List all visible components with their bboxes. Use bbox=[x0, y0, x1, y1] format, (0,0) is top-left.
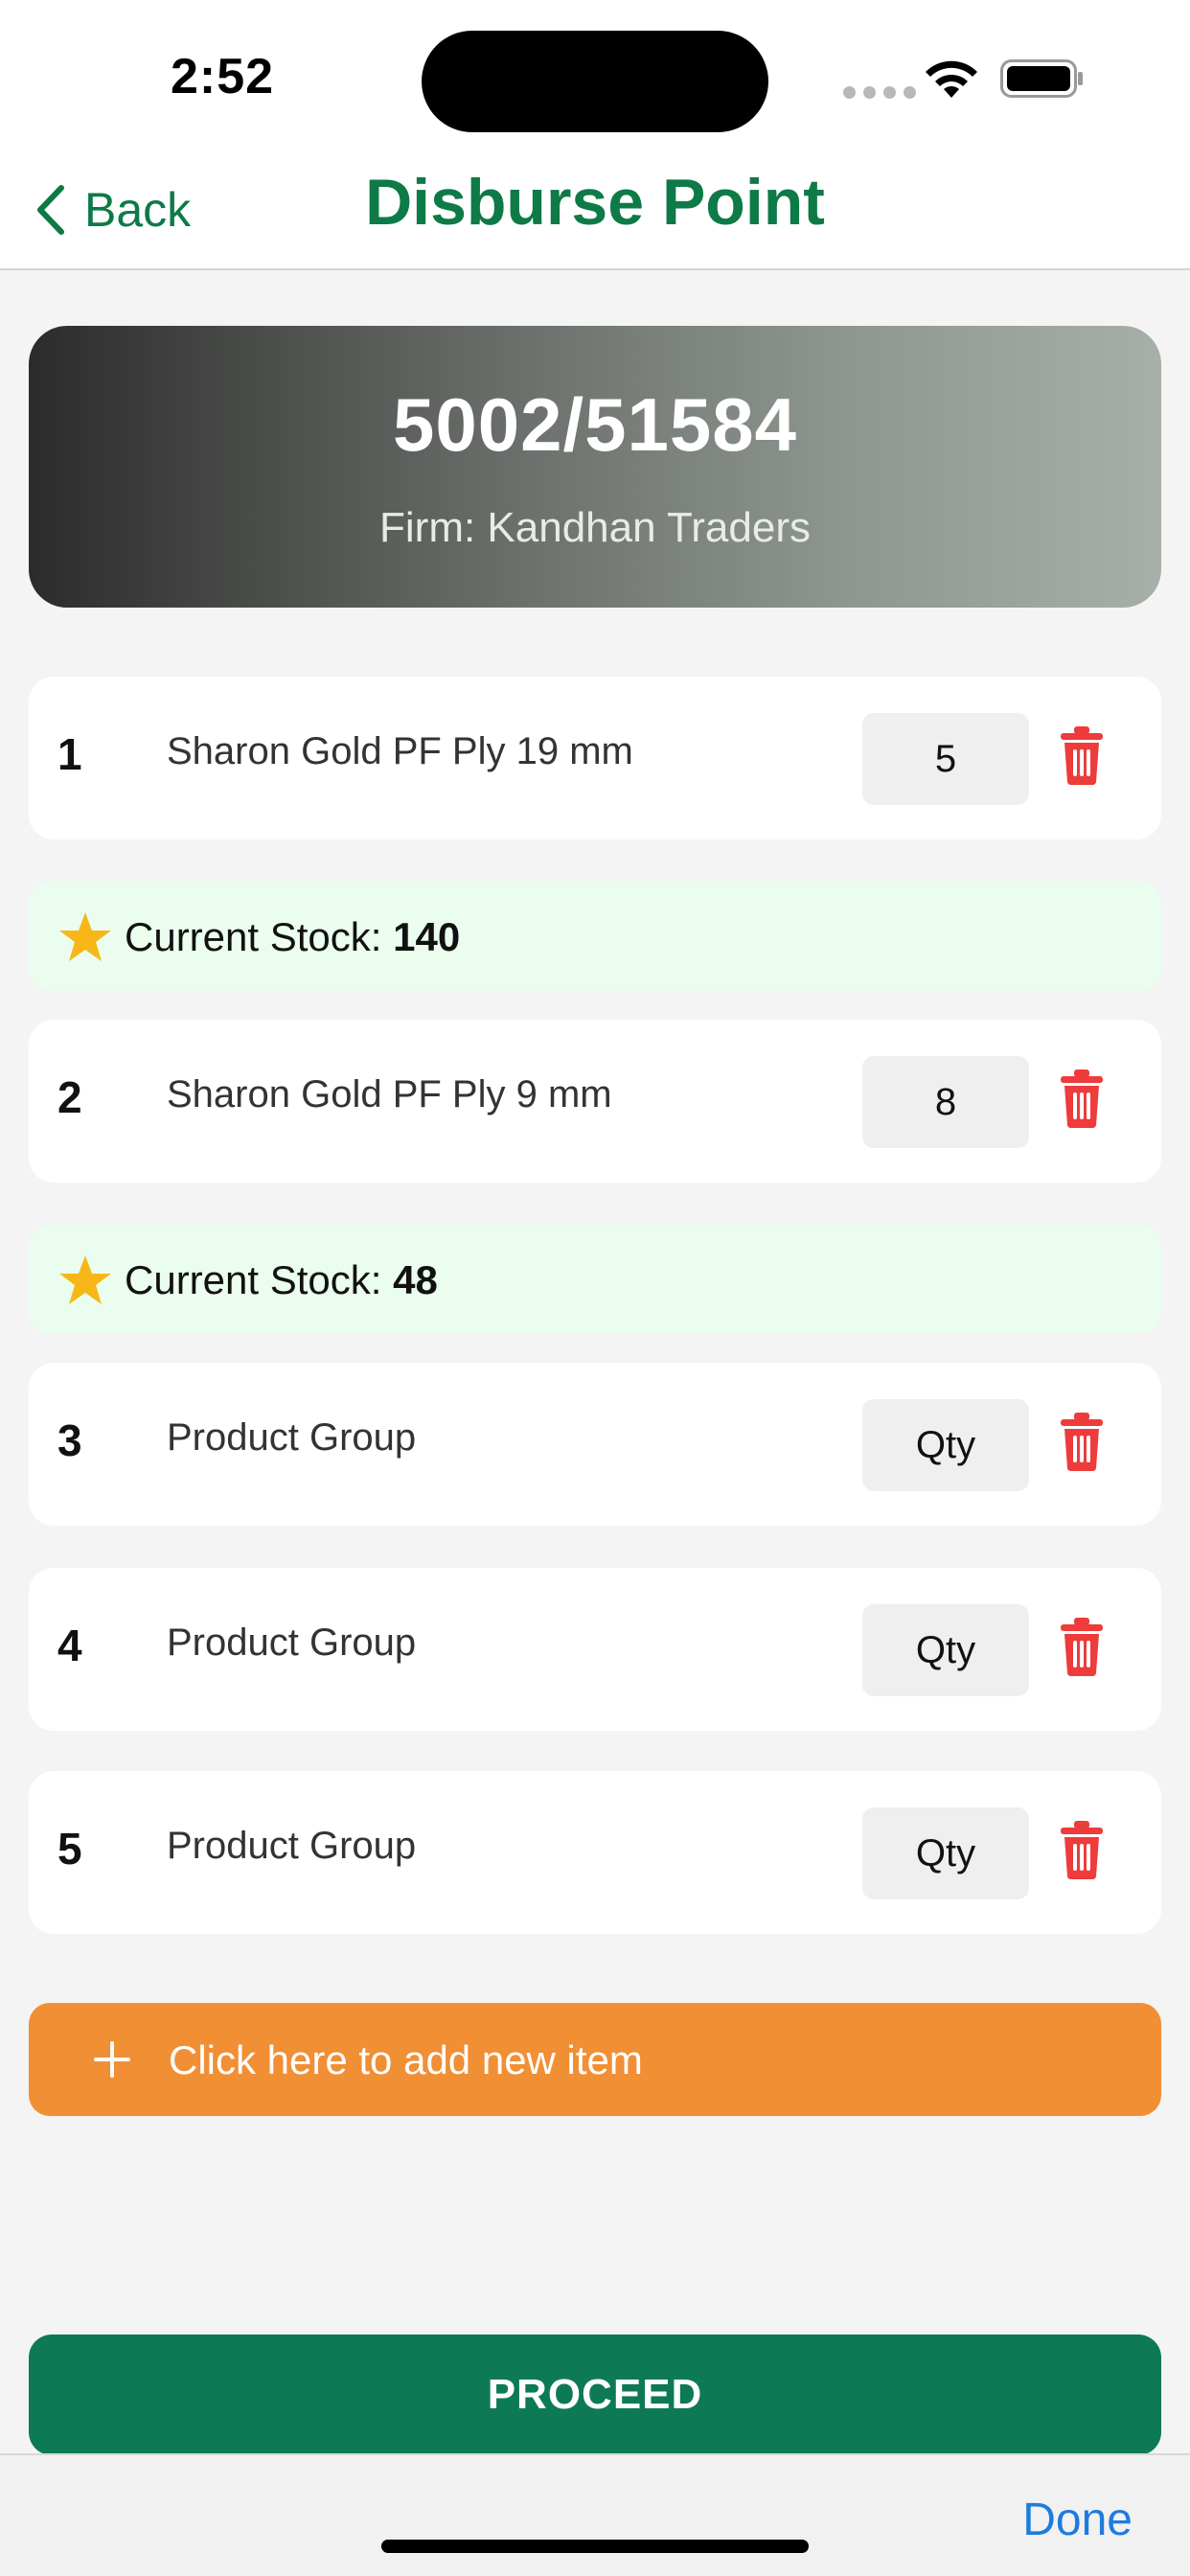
stock-value: 140 bbox=[393, 914, 461, 959]
done-button[interactable]: Done bbox=[1022, 2494, 1133, 2546]
item-row: 3 Product Group Qty bbox=[29, 1363, 1161, 1526]
product-selector[interactable]: Product Group bbox=[167, 1416, 416, 1460]
quantity-input[interactable]: Qty bbox=[862, 1604, 1029, 1696]
page-title: Disburse Point bbox=[365, 166, 825, 239]
trash-icon[interactable] bbox=[1058, 1616, 1106, 1677]
product-selector[interactable]: Product Group bbox=[167, 1825, 416, 1868]
quantity-input[interactable]: Qty bbox=[862, 1807, 1029, 1899]
star-icon bbox=[59, 1255, 111, 1304]
cellular-signal-icon bbox=[843, 86, 916, 99]
quantity-input[interactable]: 5 bbox=[862, 713, 1029, 805]
trash-icon[interactable] bbox=[1058, 1068, 1106, 1129]
stock-info: Current Stock: 48 bbox=[29, 1225, 1161, 1334]
item-row: 4 Product Group Qty bbox=[29, 1568, 1161, 1731]
item-index: 2 bbox=[57, 1072, 82, 1122]
item-row: 5 Product Group Qty bbox=[29, 1771, 1161, 1934]
stock-text: Current Stock: 140 bbox=[125, 914, 460, 960]
product-selector[interactable]: Sharon Gold PF Ply 9 mm bbox=[167, 1073, 612, 1116]
item-row: 2 Sharon Gold PF Ply 9 mm 8 bbox=[29, 1020, 1161, 1183]
trash-icon[interactable] bbox=[1058, 1819, 1106, 1880]
star-icon bbox=[59, 912, 111, 961]
status-time: 2:52 bbox=[171, 49, 275, 104]
plus-icon bbox=[94, 2041, 130, 2078]
stock-text: Current Stock: 48 bbox=[125, 1257, 438, 1303]
item-index: 1 bbox=[57, 729, 82, 779]
item-index: 4 bbox=[57, 1621, 82, 1670]
stock-label: Current Stock: bbox=[125, 1257, 394, 1302]
item-index: 5 bbox=[57, 1824, 82, 1874]
item-index: 3 bbox=[57, 1415, 82, 1465]
navigation-bar: Back Disburse Point bbox=[0, 153, 1190, 270]
quantity-input[interactable]: 8 bbox=[862, 1056, 1029, 1148]
trash-icon[interactable] bbox=[1058, 1411, 1106, 1472]
trash-icon[interactable] bbox=[1058, 724, 1106, 786]
proceed-button[interactable]: PROCEED bbox=[29, 2334, 1161, 2455]
battery-icon bbox=[1000, 59, 1083, 98]
dynamic-island bbox=[422, 31, 768, 132]
wifi-icon bbox=[926, 60, 977, 98]
product-selector[interactable]: Sharon Gold PF Ply 19 mm bbox=[167, 730, 633, 773]
stock-label: Current Stock: bbox=[125, 914, 394, 959]
add-item-button[interactable]: Click here to add new item bbox=[29, 2003, 1161, 2116]
home-indicator bbox=[381, 2540, 809, 2553]
bill-number: 5002/51584 bbox=[392, 382, 798, 467]
keyboard-accessory-bar: Done bbox=[0, 2453, 1190, 2576]
stock-info: Current Stock: 140 bbox=[29, 882, 1161, 991]
item-row: 1 Sharon Gold PF Ply 19 mm 5 bbox=[29, 677, 1161, 840]
quantity-input[interactable]: Qty bbox=[862, 1399, 1029, 1491]
firm-name: Firm: Kandhan Traders bbox=[379, 504, 811, 551]
bill-header-card: 5002/51584 Firm: Kandhan Traders bbox=[29, 326, 1161, 608]
product-selector[interactable]: Product Group bbox=[167, 1622, 416, 1665]
status-bar: 2:52 bbox=[0, 0, 1190, 153]
stock-value: 48 bbox=[393, 1257, 438, 1302]
add-item-label: Click here to add new item bbox=[169, 2037, 643, 2082]
